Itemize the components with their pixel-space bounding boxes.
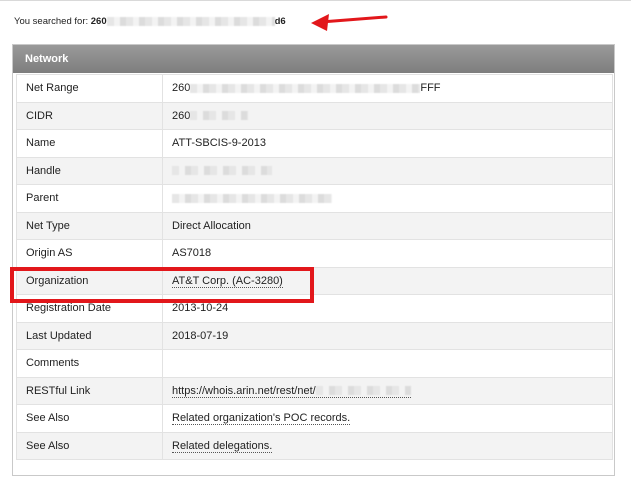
redacted-block: [172, 193, 332, 203]
redacted-block: [315, 386, 411, 396]
row-value: ATT-SBCIS-9-2013: [162, 129, 613, 158]
row-value: [162, 156, 613, 185]
delegations-link[interactable]: Related delegations.: [172, 439, 273, 453]
row-key: Handle: [16, 156, 163, 185]
row-key: Net Range: [16, 74, 163, 103]
table-row: Last Updated 2018-07-19: [16, 321, 613, 350]
panel-title: Network: [13, 45, 614, 73]
row-key: RESTful Link: [16, 376, 163, 405]
row-value: Direct Allocation: [162, 211, 613, 240]
search-label: You searched for:: [14, 16, 89, 27]
redacted-block: [172, 166, 272, 176]
row-value: [162, 349, 613, 378]
net-range-start: 260: [172, 82, 191, 95]
cidr-value: 260: [172, 109, 191, 122]
table-row: Comments: [16, 349, 613, 378]
row-key: Parent: [16, 184, 163, 213]
row-key: Organization: [16, 266, 163, 295]
table-row: RESTful Link https://whois.arin.net/rest…: [16, 376, 613, 405]
row-key: Net Type: [16, 211, 163, 240]
table-row: Net Type Direct Allocation: [16, 211, 613, 240]
row-key: Comments: [16, 349, 163, 378]
table-row: Net Range 260 FFF: [16, 74, 613, 103]
network-panel: Network Net Range 260 FFF CIDR 260 Name: [12, 44, 615, 476]
row-value: https://whois.arin.net/rest/net/: [162, 376, 613, 405]
row-value: Related organization's POC records.: [162, 404, 613, 433]
row-value: 260 FFF: [162, 74, 613, 103]
row-key: See Also: [16, 404, 163, 433]
table-row: See Also Related delegations.: [16, 431, 613, 460]
search-query: 260 d6: [91, 16, 286, 27]
redacted-block: [190, 111, 249, 121]
top-divider: [0, 0, 631, 1]
organization-link[interactable]: AT&T Corp. (AC-3280): [172, 274, 283, 288]
row-key: Origin AS: [16, 239, 163, 268]
poc-records-link[interactable]: Related organization's POC records.: [172, 412, 351, 426]
table-row: CIDR 260: [16, 101, 613, 130]
table-row: Organization AT&T Corp. (AC-3280): [16, 266, 613, 295]
row-key: Name: [16, 129, 163, 158]
row-key: CIDR: [16, 101, 163, 130]
row-value: Related delegations.: [162, 431, 613, 460]
network-table: Net Range 260 FFF CIDR 260 Name ATT-SBCIS…: [16, 74, 613, 460]
row-value: 2013-10-24: [162, 294, 613, 323]
row-key: Registration Date: [16, 294, 163, 323]
net-range-end: FFF: [420, 82, 441, 95]
search-query-suffix: d6: [274, 16, 286, 27]
redacted-block: [190, 83, 421, 93]
row-value: 2018-07-19: [162, 321, 613, 350]
table-row: Name ATT-SBCIS-9-2013: [16, 129, 613, 158]
table-row: Parent: [16, 184, 613, 213]
search-summary: You searched for: 260 d6: [14, 16, 286, 27]
table-row: Handle: [16, 156, 613, 185]
table-row: Registration Date 2013-10-24: [16, 294, 613, 323]
restful-link-text: https://whois.arin.net/rest/net/: [172, 384, 316, 397]
row-key: See Also: [16, 431, 163, 460]
row-value: AT&T Corp. (AC-3280): [162, 266, 613, 295]
redacted-block: [106, 16, 275, 26]
row-value: 260: [162, 101, 613, 130]
red-arrow-icon: [311, 14, 388, 31]
row-value: AS7018: [162, 239, 613, 268]
restful-link[interactable]: https://whois.arin.net/rest/net/: [172, 384, 411, 398]
table-row: Origin AS AS7018: [16, 239, 613, 268]
row-key: Last Updated: [16, 321, 163, 350]
row-value: [162, 184, 613, 213]
table-row: See Also Related organization's POC reco…: [16, 404, 613, 433]
search-query-prefix: 260: [90, 16, 107, 27]
